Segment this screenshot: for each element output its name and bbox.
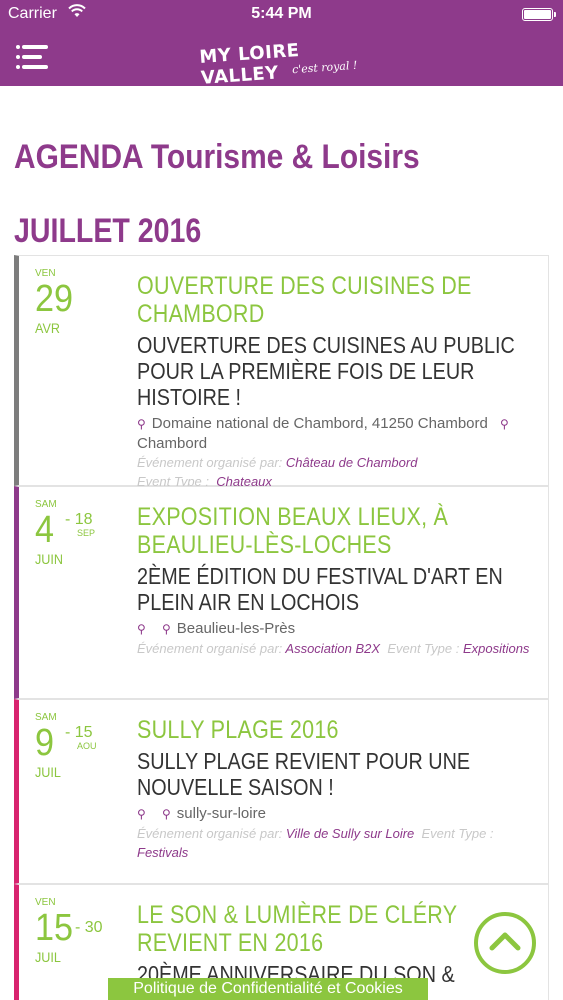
- event-end-date: - 18 SEP: [65, 511, 96, 538]
- event-title[interactable]: SULLY PLAGE 2016: [137, 716, 535, 744]
- event-details: EXPOSITION BEAUX LIEUX, À BEAULIEU-LÈS-L…: [137, 503, 536, 658]
- event-card[interactable]: SAM 9 JUIL - 15 AOU SULLY PLAGE 2016 SULL…: [14, 699, 549, 884]
- scroll-to-top-button[interactable]: [474, 912, 536, 974]
- event-card[interactable]: SAM 4 JUIN - 18 SEP EXPOSITION BEAUX LIEU…: [14, 486, 549, 699]
- event-subtitle: OUVERTURE DES CUISINES AU PUBLIC POUR LA…: [137, 332, 515, 410]
- event-details: OUVERTURE DES CUISINES DE CHAMBORD OUVER…: [137, 272, 536, 491]
- event-type-label: Event Type :: [421, 826, 494, 841]
- organizer-label: Événement organisé par:: [137, 826, 283, 841]
- status-bar: Carrier 5:44 PM: [0, 0, 563, 28]
- organizer-value[interactable]: Ville de Sully sur Loire: [286, 826, 414, 841]
- location-pin-icon: ⚲: [137, 417, 146, 431]
- event-city: Chambord: [137, 435, 208, 452]
- event-details: SULLY PLAGE 2016 SULLY PLAGE REVIENT POU…: [137, 716, 536, 862]
- event-type-label: Event Type :: [387, 641, 460, 656]
- month-heading: JUILLET 2016: [14, 212, 202, 250]
- event-organizer: Événement organisé par: Ville de Sully s…: [137, 824, 536, 862]
- event-location: ⚲ Domaine national de Chambord, 41250 Cha…: [137, 414, 536, 453]
- event-title[interactable]: EXPOSITION BEAUX LIEUX, À BEAULIEU-LÈS-L…: [137, 503, 535, 559]
- event-day: 15: [35, 907, 74, 949]
- event-organizer: Événement organisé par: Association B2X …: [137, 639, 536, 658]
- event-card[interactable]: VEN 29 AVR OUVERTURE DES CUISINES DE CHA…: [14, 255, 549, 489]
- location-pin-icon: ⚲: [137, 622, 146, 636]
- location-pin-icon: ⚲: [500, 417, 509, 431]
- event-end-date: - 30: [75, 919, 103, 936]
- event-end-day: 18: [74, 511, 93, 528]
- event-organizer: Événement organisé par: Château de Chamb…: [137, 453, 536, 472]
- event-month: JUIN: [35, 551, 64, 567]
- event-end-date: - 15 AOU: [65, 724, 97, 751]
- event-day: 4: [35, 509, 55, 551]
- location-pin-icon: ⚲: [161, 622, 171, 636]
- location-pin-icon: ⚲: [137, 807, 146, 821]
- event-location: ⚲ ⚲ Beaulieu-les-Près: [137, 619, 536, 639]
- event-month: JUIL: [35, 764, 61, 780]
- page-title: AGENDA Tourisme & Loisirs: [14, 138, 420, 176]
- organizer-value[interactable]: Association B2X: [285, 641, 380, 656]
- privacy-policy-link[interactable]: Politique de Confidentialité et Cookies: [108, 978, 428, 1000]
- brand-logo[interactable]: MY LOIRE VALLEY c'est royal !: [199, 36, 370, 89]
- event-address: Domaine national de Chambord, 41250 Cham…: [151, 415, 488, 432]
- event-month: AVR: [35, 320, 60, 336]
- app-header: MY LOIRE VALLEY c'est royal !: [0, 28, 563, 89]
- event-city: Beaulieu-les-Près: [176, 620, 296, 637]
- organizer-label: Événement organisé par:: [137, 641, 283, 656]
- event-day: 29: [35, 278, 74, 320]
- event-end-day: 30: [84, 919, 103, 936]
- event-subtitle: SULLY PLAGE REVIENT POUR UNE NOUVELLE SA…: [137, 748, 471, 800]
- event-end-day: 15: [74, 724, 93, 741]
- event-month: JUIL: [35, 949, 61, 965]
- event-subtitle: 2ÈME ÉDITION DU FESTIVAL D'ART EN PLEIN …: [137, 563, 503, 615]
- event-end-month: AOU: [77, 741, 97, 751]
- clock: 5:44 PM: [251, 5, 312, 22]
- menu-icon[interactable]: [16, 45, 48, 69]
- location-pin-icon: ⚲: [161, 807, 171, 821]
- organizer-label: Événement organisé par:: [137, 455, 283, 470]
- event-city: sully-sur-loire: [176, 805, 266, 822]
- chevron-up-icon: [489, 932, 521, 951]
- event-location: ⚲ ⚲ sully-sur-loire: [137, 804, 536, 824]
- organizer-value[interactable]: Château de Chambord: [286, 455, 418, 470]
- event-end-month: SEP: [77, 528, 96, 538]
- event-type-value[interactable]: Festivals: [137, 845, 188, 860]
- battery-icon: [522, 8, 556, 21]
- event-title[interactable]: OUVERTURE DES CUISINES DE CHAMBORD: [137, 272, 535, 328]
- event-day: 9: [35, 722, 55, 764]
- event-type-value[interactable]: Expositions: [463, 641, 529, 656]
